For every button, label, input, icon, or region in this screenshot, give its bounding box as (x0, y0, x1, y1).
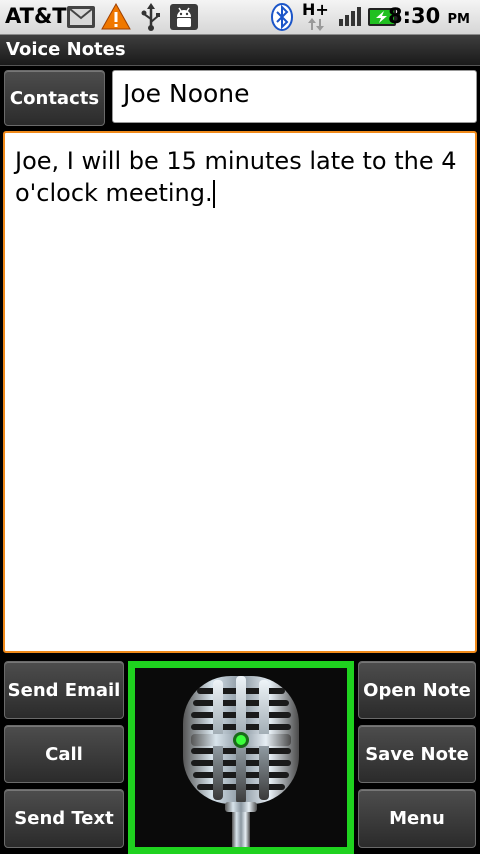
open-note-button[interactable]: Open Note (358, 661, 476, 719)
menu-button[interactable]: Menu (358, 789, 476, 848)
save-note-button[interactable]: Save Note (358, 725, 476, 783)
microphone-icon (135, 668, 347, 847)
clock-time: 8:30 (387, 4, 441, 28)
contacts-button[interactable]: Contacts (4, 70, 105, 126)
title-bar: Voice Notes (0, 35, 480, 66)
carrier-label: AT&T (5, 4, 67, 28)
send-text-button[interactable]: Send Text (4, 789, 124, 848)
clock: 8:30 PM (388, 4, 470, 28)
email-icon (66, 3, 96, 35)
bluetooth-icon (271, 3, 293, 35)
recipient-field[interactable]: Joe Noone (112, 70, 477, 123)
text-cursor (212, 180, 215, 208)
android-debug-icon (169, 3, 199, 35)
warning-icon (101, 2, 131, 35)
note-text: Joe, I will be 15 minutes late to the 4 … (15, 147, 457, 207)
usb-icon (140, 3, 162, 35)
note-text-area[interactable]: Joe, I will be 15 minutes late to the 4 … (3, 131, 477, 653)
record-button[interactable] (128, 661, 354, 854)
send-email-button[interactable]: Send Email (4, 661, 124, 719)
signal-icon (338, 5, 364, 31)
app-title: Voice Notes (6, 39, 126, 60)
clock-ampm: PM (447, 12, 470, 27)
status-bar: AT&T H+ 8:30 PM (0, 0, 480, 35)
call-button[interactable]: Call (4, 725, 124, 783)
